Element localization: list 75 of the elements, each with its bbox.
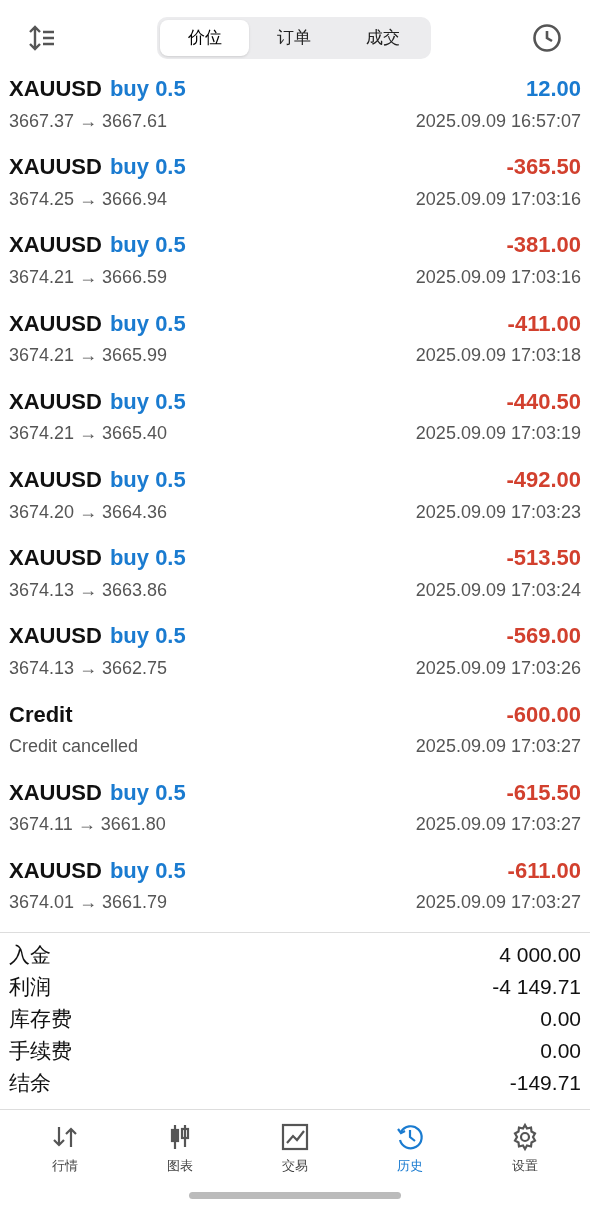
price-range: 3674.01 → 3661.79 bbox=[9, 891, 168, 915]
profit-value: -381.00 bbox=[506, 231, 581, 260]
price-range: 3667.37 → 3667.61 bbox=[9, 109, 168, 133]
order-side-label: buy 0.5 bbox=[109, 153, 186, 182]
profit-value: -611.00 bbox=[507, 856, 581, 885]
deal-time: 2025.09.09 17:03:23 bbox=[415, 500, 581, 524]
symbol-label: XAUUSD bbox=[9, 309, 102, 338]
order-side-label: buy 0.5 bbox=[109, 544, 186, 573]
order-side-label: buy 0.5 bbox=[109, 387, 186, 416]
profit-value: -492.00 bbox=[506, 466, 581, 495]
nav-tab[interactable]: 历史 bbox=[369, 1122, 450, 1176]
line-chart-icon bbox=[280, 1122, 310, 1153]
order-side-label: buy 0.5 bbox=[109, 856, 186, 885]
order-side-label: buy 0.5 bbox=[109, 466, 186, 495]
order-side-label: buy 0.5 bbox=[109, 231, 186, 260]
deal-time: 2025.09.09 17:03:27 bbox=[415, 735, 581, 759]
summary-value: 0.00 bbox=[540, 1038, 581, 1065]
segment-tab[interactable]: 成交 bbox=[338, 20, 428, 56]
symbol-label: XAUUSD bbox=[9, 387, 102, 416]
summary-value: -149.71 bbox=[509, 1070, 581, 1097]
price-range: 3674.21 → 3665.99 bbox=[9, 344, 168, 368]
nav-tab[interactable]: 图表 bbox=[140, 1122, 221, 1176]
summary-value: 4 000.00 bbox=[499, 942, 581, 969]
symbol-label: XAUUSD bbox=[9, 231, 102, 260]
price-range: 3674.11 → 3661.80 bbox=[9, 813, 166, 837]
summary-label: 利润 bbox=[9, 974, 51, 1001]
price-range: 3674.20 → 3664.36 bbox=[9, 500, 168, 524]
summary-value: -4 149.71 bbox=[492, 974, 581, 1001]
symbol-label: Credit bbox=[9, 700, 73, 729]
profit-value: -411.00 bbox=[507, 309, 581, 338]
order-side-label: buy 0.5 bbox=[109, 778, 186, 807]
clock-icon[interactable] bbox=[532, 23, 562, 53]
symbol-label: XAUUSD bbox=[9, 856, 102, 885]
symbol-label: XAUUSD bbox=[9, 75, 102, 104]
deal-time: 2025.09.09 17:03:18 bbox=[415, 344, 581, 368]
symbol-label: XAUUSD bbox=[9, 466, 102, 495]
deal-time: 2025.09.09 17:03:19 bbox=[415, 422, 581, 446]
deal-time: 2025.09.09 16:57:07 bbox=[415, 109, 581, 133]
segment-tab[interactable]: 价位 bbox=[160, 20, 250, 56]
deal-time: 2025.09.09 17:03:27 bbox=[415, 891, 581, 915]
sort-icon[interactable] bbox=[28, 25, 56, 51]
order-side-label: buy 0.5 bbox=[109, 75, 186, 104]
symbol-label: XAUUSD bbox=[9, 622, 102, 651]
price-range: 3674.25 → 3666.94 bbox=[9, 187, 168, 211]
profit-value: -569.00 bbox=[506, 622, 581, 651]
price-range: 3674.21 → 3665.40 bbox=[9, 422, 168, 446]
deal-time: 2025.09.09 17:03:27 bbox=[415, 813, 581, 837]
price-range: 3674.13 → 3662.75 bbox=[9, 656, 168, 680]
deal-time: 2025.09.09 17:03:16 bbox=[415, 265, 581, 289]
profit-value: -365.50 bbox=[506, 153, 581, 182]
summary-label: 结余 bbox=[9, 1070, 51, 1097]
nav-tab[interactable]: 设置 bbox=[484, 1122, 565, 1176]
order-side-label: buy 0.5 bbox=[109, 309, 186, 338]
summary-value: 0.00 bbox=[540, 1006, 581, 1033]
profit-value: -615.50 bbox=[506, 778, 581, 807]
order-side-label: buy 0.5 bbox=[109, 622, 186, 651]
segment-tab[interactable]: 订单 bbox=[249, 20, 339, 56]
comment-text: Credit cancelled bbox=[9, 735, 139, 759]
deal-time: 2025.09.09 17:03:26 bbox=[415, 656, 581, 680]
symbol-label: XAUUSD bbox=[9, 544, 102, 573]
symbol-label: XAUUSD bbox=[9, 153, 102, 182]
price-range: 3674.13 → 3663.86 bbox=[9, 578, 168, 602]
nav-tab[interactable]: 行情 bbox=[25, 1122, 106, 1176]
nav-tab[interactable]: 交易 bbox=[255, 1122, 335, 1176]
profit-value: -440.50 bbox=[506, 387, 581, 416]
price-range: 3674.21 → 3666.59 bbox=[9, 265, 168, 289]
profit-value: 12.00 bbox=[525, 75, 581, 104]
deal-time: 2025.09.09 17:03:16 bbox=[415, 187, 581, 211]
profit-value: -513.50 bbox=[506, 544, 581, 573]
summary-label: 手续费 bbox=[9, 1038, 72, 1065]
symbol-label: XAUUSD bbox=[9, 778, 102, 807]
summary-label: 库存费 bbox=[9, 1006, 72, 1033]
profit-value: -600.00 bbox=[506, 700, 581, 729]
deal-time: 2025.09.09 17:03:24 bbox=[415, 578, 581, 602]
summary-label: 入金 bbox=[9, 942, 51, 969]
